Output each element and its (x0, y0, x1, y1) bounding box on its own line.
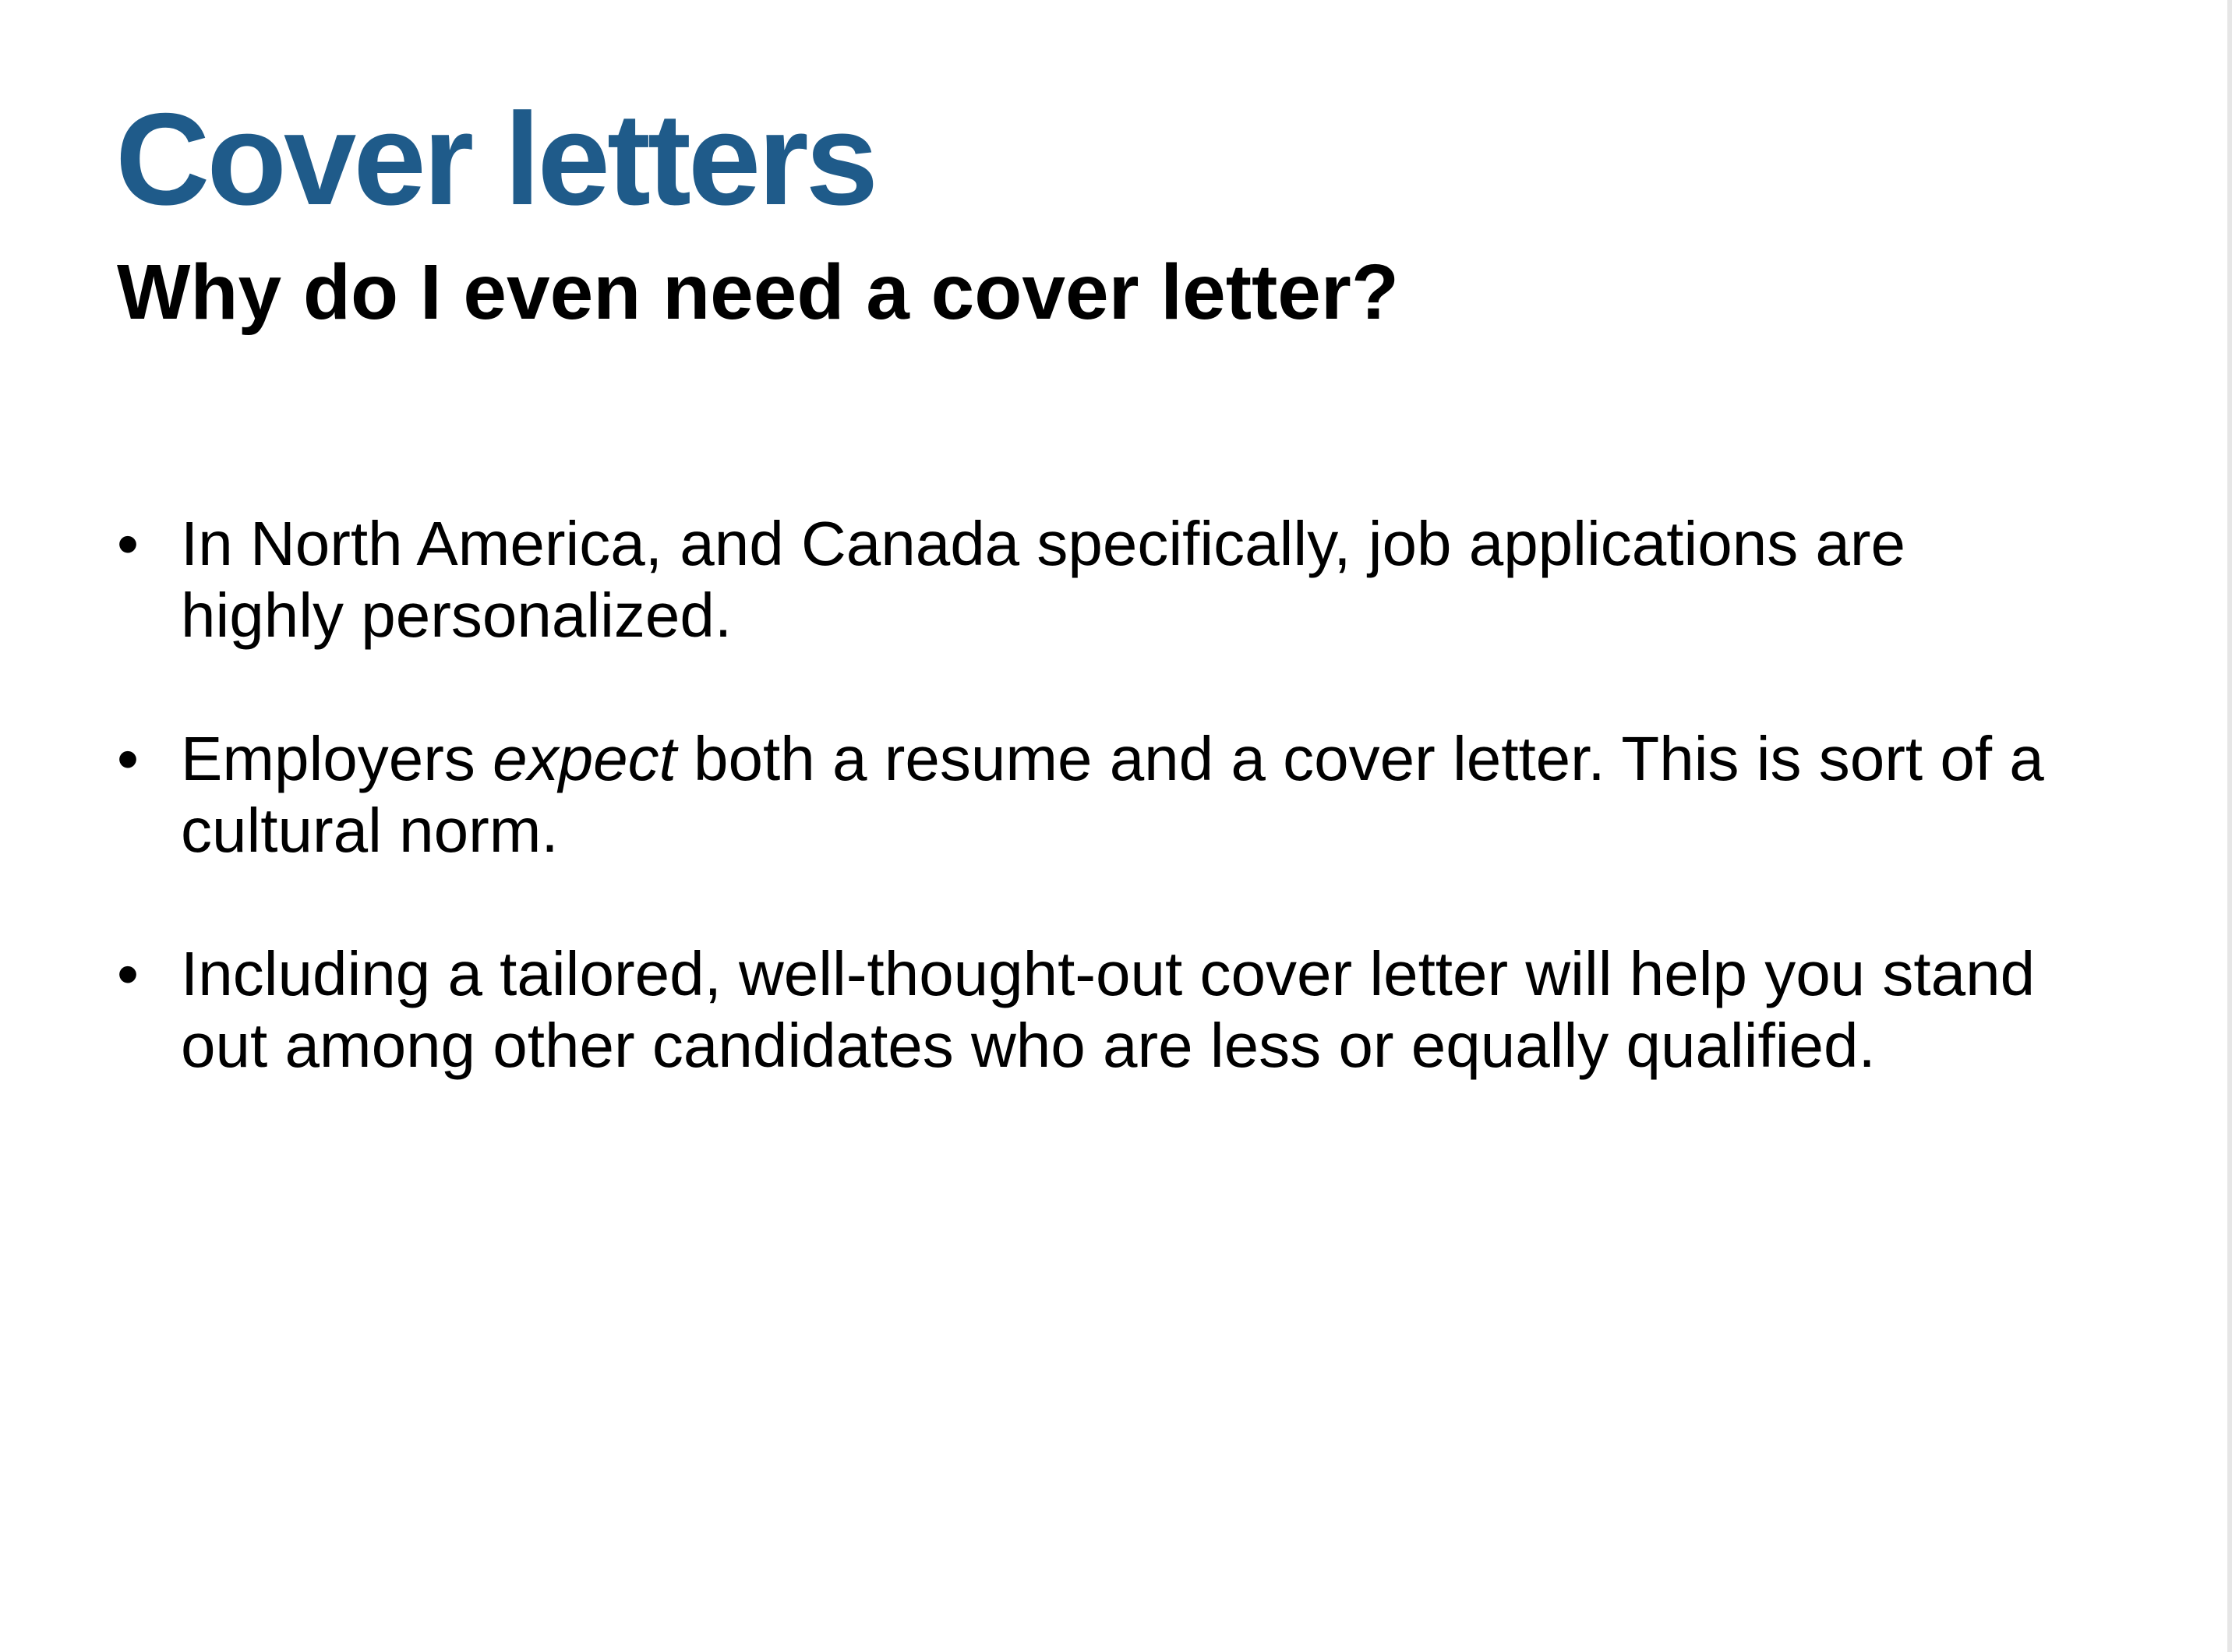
bullet-text: Employers expect both a resume and a cov… (181, 723, 2065, 867)
slide-subtitle: Why do I even need a cover letter? (117, 249, 1399, 336)
window-right-edge (2227, 0, 2232, 1652)
slide-title: Cover letters (115, 86, 878, 232)
bullet-text-before: Employers (181, 724, 493, 793)
bullet-icon: • (117, 509, 140, 578)
bullet-list: • In North America, and Canada specifica… (117, 508, 2065, 1153)
bullet-item-north-america: • In North America, and Canada specifica… (117, 508, 2065, 651)
bullet-icon: • (117, 724, 140, 793)
bullet-icon: • (117, 939, 140, 1008)
bullet-text-emphasis: expect (493, 724, 676, 793)
slide: Cover letters Why do I even need a cover… (0, 0, 2232, 1652)
bullet-item-tailored-letter: • Including a tailored, well-thought-out… (117, 938, 2065, 1082)
bullet-text: Including a tailored, well-thought-out c… (181, 939, 2036, 1080)
bullet-item-employers-expect: • Employers expect both a resume and a c… (117, 723, 2065, 867)
bullet-text: In North America, and Canada specificall… (181, 509, 1906, 650)
